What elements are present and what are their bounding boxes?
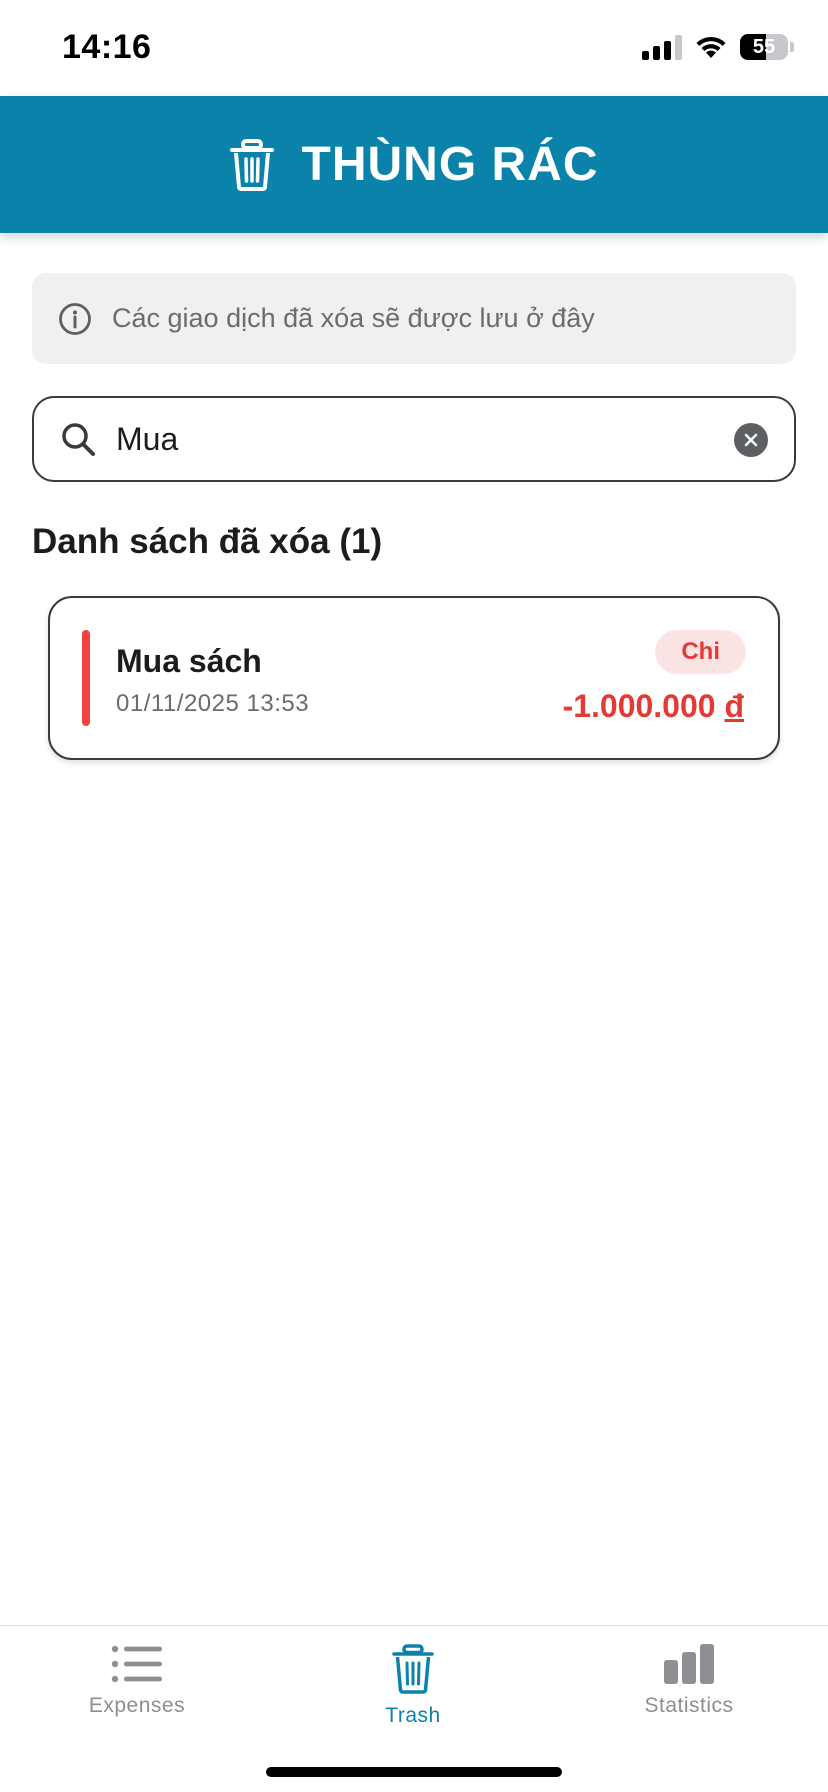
home-indicator bbox=[266, 1767, 562, 1777]
info-text: Các giao dịch đã xóa sẽ được lưu ở đây bbox=[112, 303, 595, 333]
bar-chart-icon bbox=[664, 1644, 714, 1684]
tab-expenses[interactable]: Expenses bbox=[37, 1644, 237, 1718]
trash-icon bbox=[392, 1644, 434, 1694]
status-time: 14:16 bbox=[62, 28, 152, 66]
status-icons: 55 bbox=[642, 34, 794, 60]
section-title: Danh sách đã xóa (1) bbox=[32, 522, 383, 561]
deleted-transaction-card[interactable]: Mua sách 01/11/2025 13:53 Chi -1.000.000… bbox=[48, 596, 780, 760]
search-box bbox=[32, 396, 796, 482]
tab-label-statistics: Statistics bbox=[644, 1694, 734, 1717]
info-banner: Các giao dịch đã xóa sẽ được lưu ở đây bbox=[32, 273, 796, 364]
expense-accent-bar bbox=[82, 630, 90, 726]
clear-icon bbox=[744, 433, 758, 447]
status-bar: 14:16 55 bbox=[0, 0, 828, 96]
transaction-title: Mua sách bbox=[116, 643, 262, 679]
search-input[interactable] bbox=[116, 420, 696, 458]
list-icon bbox=[111, 1645, 162, 1683]
header: THÙNG RÁC bbox=[0, 96, 828, 233]
cellular-signal-icon bbox=[642, 34, 682, 60]
currency-symbol: đ bbox=[724, 688, 744, 724]
transaction-amount: -1.000.000 đ bbox=[563, 688, 744, 725]
battery-level: 55 bbox=[752, 36, 776, 58]
search-icon bbox=[62, 423, 95, 456]
trash-icon bbox=[229, 138, 274, 191]
amount-value: -1.000.000 bbox=[562, 688, 716, 724]
page-title: THÙNG RÁC bbox=[301, 138, 599, 191]
clear-search-button[interactable] bbox=[734, 423, 768, 457]
tab-trash[interactable]: Trash bbox=[313, 1644, 513, 1728]
transaction-datetime: 01/11/2025 13:53 bbox=[116, 690, 310, 717]
battery-icon: 55 bbox=[740, 34, 788, 60]
tab-label-trash: Trash bbox=[385, 1704, 441, 1727]
tab-statistics[interactable]: Statistics bbox=[589, 1644, 789, 1718]
transaction-type-badge: Chi bbox=[655, 630, 746, 674]
tab-label-expenses: Expenses bbox=[88, 1694, 186, 1717]
info-icon bbox=[59, 302, 91, 335]
wifi-icon bbox=[696, 36, 726, 58]
